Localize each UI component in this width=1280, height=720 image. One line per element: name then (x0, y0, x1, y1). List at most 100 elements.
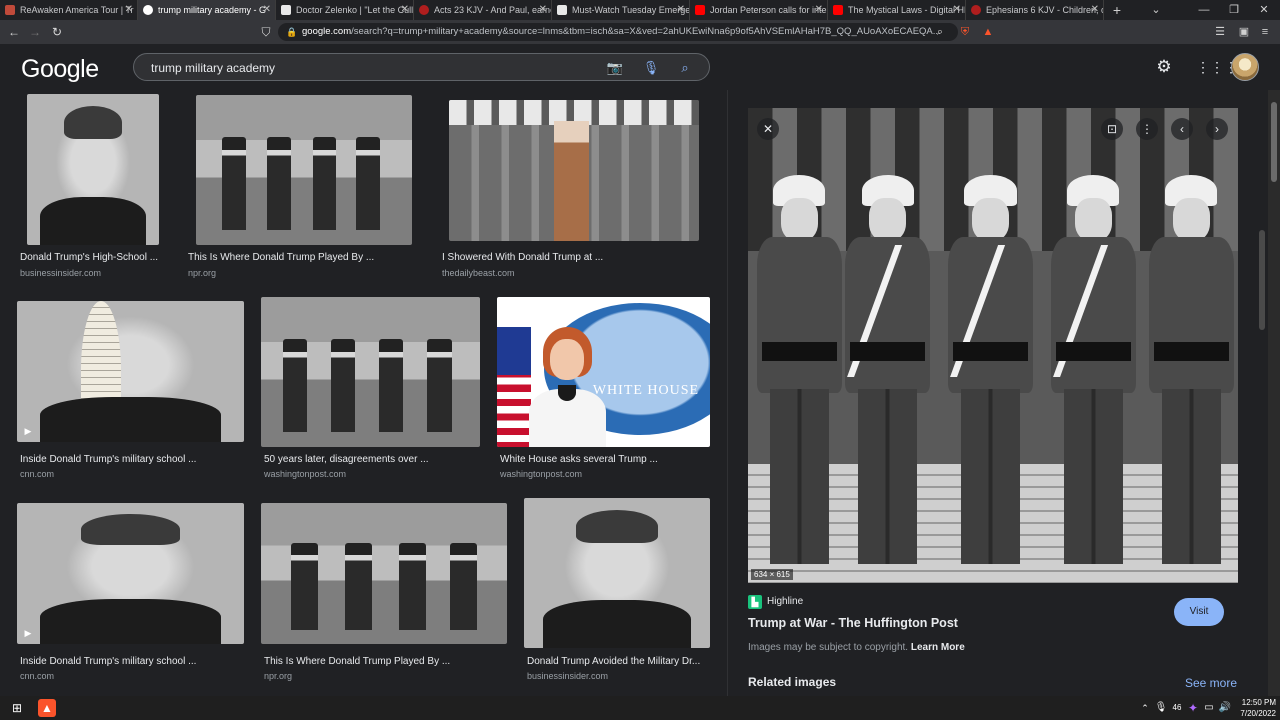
tab-title: Acts 23 KJV - And Paul, earnestl (434, 5, 552, 15)
browser-tab[interactable]: Ephesians 6 KJV - Children, obe ✕ (966, 0, 1104, 20)
brave-shield-icon[interactable]: ⛨ (957, 24, 973, 40)
browser-tab[interactable]: Must-Watch Tuesday Emergenc ✕ (552, 0, 690, 20)
result-thumbnail[interactable] (196, 95, 412, 245)
avatar[interactable] (1231, 53, 1259, 81)
result-caption[interactable]: Donald Trump Avoided the Military Dr... (527, 656, 717, 667)
tab-title: Jordan Peterson calls for interfa (710, 5, 828, 15)
preview-scrollbar[interactable] (1258, 90, 1266, 690)
tab-search-icon[interactable]: ⌄ (1146, 0, 1166, 20)
zoom-icon[interactable]: ⌕ (932, 24, 948, 40)
result-thumbnail[interactable] (524, 498, 710, 648)
close-tab-icon[interactable]: ✕ (401, 0, 409, 20)
visit-button[interactable]: Visit (1174, 598, 1224, 626)
highline-favicon-icon: ▙ (748, 595, 762, 609)
preview-scrollbar-thumb[interactable] (1259, 230, 1265, 330)
camera-icon[interactable]: 📷 (606, 59, 624, 77)
result-thumbnail[interactable] (27, 94, 159, 245)
clock-date: 7/20/2022 (1240, 709, 1276, 718)
close-tab-icon[interactable]: ✕ (1091, 0, 1099, 20)
brave-rewards-icon[interactable]: ▲ (980, 24, 996, 40)
more-options-icon[interactable]: ⋮ (1136, 118, 1158, 140)
tab-strip: ReAwaken America Tour | Tr ✕ trump milita… (0, 0, 1280, 20)
browser-tab[interactable]: ReAwaken America Tour | Tr ✕ (0, 0, 138, 20)
preview-image[interactable]: ✕ ⊡ ⋮ ‹ › 634 × 615 (748, 108, 1238, 583)
browser-tab[interactable]: Jordan Peterson calls for interfa ✕ (690, 0, 828, 20)
preview-title[interactable]: Trump at War - The Huffington Post (748, 616, 958, 630)
gear-icon[interactable]: ⚙ (1154, 57, 1174, 77)
youtube-favicon-icon (695, 5, 705, 15)
new-tab-button[interactable]: + (1110, 0, 1124, 20)
previous-image-icon[interactable]: ‹ (1171, 118, 1193, 140)
search-icon[interactable]: ⌕ (676, 59, 694, 77)
tab-favicon-icon (419, 5, 429, 15)
back-arrow-icon[interactable]: ← (6, 24, 22, 40)
learn-more-link[interactable]: Learn More (911, 642, 965, 653)
google-logo[interactable]: Google (21, 55, 99, 84)
result-caption[interactable]: 50 years later, disagreements over ... (264, 454, 484, 465)
copyright-text: Images may be subject to copyright. (748, 642, 909, 653)
system-clock[interactable]: 12:50 PM 7/20/2022 (1236, 697, 1276, 719)
browser-tab[interactable]: The Mystical Laws - Digital HD ✕ (828, 0, 966, 20)
image-dimensions: 634 × 615 (751, 569, 793, 580)
windows-start-icon[interactable]: ⊞ (8, 699, 26, 717)
result-caption[interactable]: This Is Where Donald Trump Played By ... (188, 252, 418, 263)
close-tab-icon[interactable]: ✕ (677, 0, 685, 20)
google-header: Google 📷 🎙 ⌕ ⚙ ⋮⋮⋮ (0, 44, 1280, 90)
close-tab-icon[interactable]: ✕ (815, 0, 823, 20)
bookmark-icon[interactable]: ⛉ (258, 24, 274, 40)
result-caption[interactable]: This Is Where Donald Trump Played By ... (264, 656, 504, 667)
brave-browser-icon[interactable]: ▲ (38, 699, 56, 717)
reading-list-icon[interactable]: ☰ (1212, 24, 1228, 40)
tab-title: trump military academy - G (158, 5, 267, 15)
result-thumbnail[interactable] (261, 503, 507, 644)
youtube-favicon-icon (833, 5, 843, 15)
result-thumbnail[interactable] (261, 297, 480, 447)
apps-grid-icon[interactable]: ⋮⋮⋮ (1196, 57, 1238, 77)
search-box: 📷 🎙 ⌕ (133, 53, 710, 81)
google-favicon-icon (143, 5, 153, 15)
close-tab-icon[interactable]: ✕ (953, 0, 961, 20)
reload-icon[interactable]: ↻ (49, 24, 65, 40)
play-icon: ▶ (24, 628, 32, 638)
result-caption[interactable]: White House asks several Trump ... (500, 454, 710, 465)
close-tab-icon[interactable]: ✕ (539, 0, 547, 20)
forward-arrow-icon[interactable]: → (27, 24, 43, 40)
microphone-icon[interactable]: 🎙 (642, 59, 660, 77)
tab-favicon-icon (971, 5, 981, 15)
play-icon: ▶ (24, 426, 32, 436)
next-image-icon[interactable]: › (1206, 118, 1228, 140)
browser-tab-active[interactable]: trump military academy - G ✕ (138, 0, 276, 20)
result-caption[interactable]: I Showered With Donald Trump at ... (442, 252, 702, 263)
result-caption[interactable]: Inside Donald Trump's military school ..… (20, 454, 244, 465)
result-caption[interactable]: Donald Trump's High-School ... (20, 252, 160, 263)
close-window-button[interactable]: ✕ (1254, 0, 1274, 20)
close-icon[interactable]: ✕ (757, 118, 779, 140)
result-source: businessinsider.com (527, 671, 609, 681)
preview-panel: ✕ ⊡ ⋮ ‹ › 634 × 615 ▙ Highline Trump at … (727, 90, 1267, 700)
search-input[interactable] (151, 60, 571, 76)
result-thumbnail[interactable]: ▶ (17, 301, 244, 442)
result-source: businessinsider.com (20, 268, 102, 278)
restore-button[interactable]: ❐ (1224, 0, 1244, 20)
related-images-heading: Related images (748, 675, 837, 689)
tab-favicon-icon (557, 5, 567, 15)
close-tab-icon[interactable]: ✕ (125, 0, 133, 20)
close-tab-icon[interactable]: ✕ (263, 0, 271, 20)
minimize-button[interactable]: — (1194, 0, 1214, 20)
tab-favicon-icon (5, 5, 15, 15)
browser-tab[interactable]: Acts 23 KJV - And Paul, earnestl ✕ (414, 0, 552, 20)
result-thumbnail[interactable]: WHITE HOUSE (497, 297, 710, 447)
tab-title: The Mystical Laws - Digital HD (848, 5, 966, 15)
menu-icon[interactable]: ≡ (1257, 24, 1273, 40)
page-scrollbar-thumb[interactable] (1271, 102, 1277, 182)
page-scrollbar[interactable] (1268, 90, 1280, 700)
browser-tab[interactable]: Doctor Zelenko | "Let the Cullin ✕ (276, 0, 414, 20)
address-bar[interactable]: 🔒 google.com/search?q=trump+military+aca… (278, 23, 958, 41)
wallet-icon[interactable]: ▣ (1236, 24, 1252, 40)
result-caption[interactable]: Inside Donald Trump's military school ..… (20, 656, 244, 667)
result-thumbnail[interactable]: ▶ (17, 503, 244, 644)
volume-icon[interactable]: 🔊 (1216, 699, 1234, 717)
result-thumbnail[interactable] (449, 100, 699, 241)
see-more-link[interactable]: See more (1185, 676, 1237, 690)
lens-search-icon[interactable]: ⊡ (1101, 118, 1123, 140)
